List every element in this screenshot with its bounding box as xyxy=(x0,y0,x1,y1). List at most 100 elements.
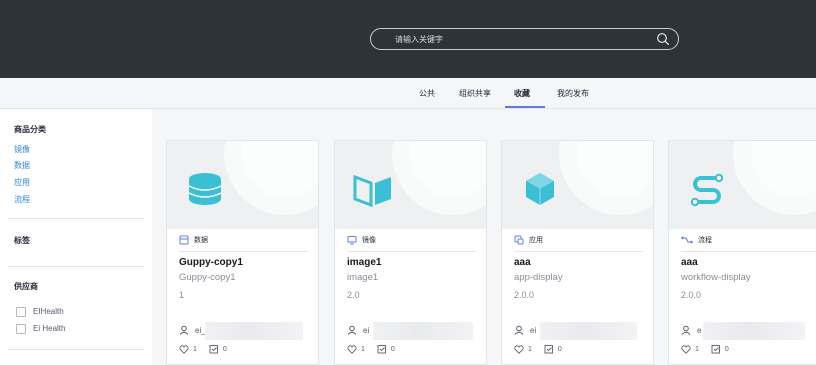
favorite-icon[interactable] xyxy=(209,344,219,354)
tag-heading: 标签 xyxy=(14,236,30,245)
favorite-count: 0 xyxy=(557,345,562,353)
heart-icon[interactable] xyxy=(681,344,691,354)
filter-sidebar: 商品分类 镜像 数据 应用 流程 标签 供应商 EIHealth Ei Heal… xyxy=(0,109,152,365)
card-subtitle: image1 xyxy=(347,272,379,283)
divider xyxy=(8,266,144,267)
card-version: 2.0.0 xyxy=(514,290,535,300)
like-count: 1 xyxy=(695,345,699,353)
card-version: 2.0 xyxy=(347,290,360,300)
card-type: 流程 xyxy=(681,233,712,247)
cube-icon xyxy=(526,173,554,205)
owner-name-redacted xyxy=(373,322,473,340)
owner-name: e xyxy=(697,325,702,335)
product-card[interactable]: 镜像 image1 image1 2.0 ei 1 0 xyxy=(334,140,487,365)
card-stats: 1 0 xyxy=(514,344,562,354)
owner-name: ei xyxy=(530,325,537,335)
favorite-count: 0 xyxy=(390,345,395,353)
card-type-label: 镜像 xyxy=(362,237,376,244)
card-banner xyxy=(167,141,318,229)
card-version: 1 xyxy=(179,290,185,300)
category-heading: 商品分类 xyxy=(14,125,46,134)
tab-public[interactable]: 公共 xyxy=(419,88,435,99)
image-icon xyxy=(353,174,391,208)
favorite-count: 0 xyxy=(724,345,729,353)
divider xyxy=(514,251,643,252)
header-banner: 请输入关键字 xyxy=(0,0,816,78)
workflow-icon xyxy=(690,173,724,207)
tab-my-published[interactable]: 我的发布 xyxy=(557,88,589,99)
user-icon xyxy=(681,325,691,335)
heart-icon[interactable] xyxy=(179,344,189,354)
supplier-checkbox[interactable] xyxy=(16,324,26,334)
tab-org-shared[interactable]: 组织共享 xyxy=(459,88,491,99)
card-stats: 1 0 xyxy=(179,344,227,354)
supplier-label: Ei Health xyxy=(33,324,66,333)
database-icon xyxy=(188,173,222,205)
search-box[interactable]: 请输入关键字 xyxy=(370,28,679,50)
divider xyxy=(681,251,816,252)
card-subtitle: app-display xyxy=(514,272,563,283)
card-title[interactable]: image1 xyxy=(347,257,381,268)
card-subtitle: workflow-display xyxy=(681,272,751,283)
card-type-label: 流程 xyxy=(698,237,712,244)
divider xyxy=(8,218,144,219)
card-type-label: 应用 xyxy=(529,237,543,244)
card-owner: e xyxy=(681,324,701,336)
card-banner xyxy=(502,141,653,229)
heart-icon[interactable] xyxy=(514,344,524,354)
supplier-label: EIHealth xyxy=(33,307,64,316)
card-owner: ei xyxy=(347,324,369,336)
monitor-icon xyxy=(347,236,357,245)
card-type: 镜像 xyxy=(347,233,376,247)
app-type-icon xyxy=(514,235,524,245)
card-owner: ei_ xyxy=(179,324,206,336)
supplier-heading: 供应商 xyxy=(14,282,38,291)
product-card[interactable]: 数据 Guppy-copy1 Guppy-copy1 1 ei_ 1 0 xyxy=(166,140,319,365)
card-title[interactable]: Guppy-copy1 xyxy=(179,257,243,268)
like-count: 1 xyxy=(193,345,197,353)
active-tab-indicator xyxy=(505,106,545,108)
card-type: 数据 xyxy=(179,233,208,247)
tab-bar: 公共 组织共享 收藏 我的发布 xyxy=(0,78,816,109)
user-icon xyxy=(514,325,524,335)
owner-name-redacted xyxy=(540,322,637,340)
card-stats: 1 0 xyxy=(681,344,729,354)
tab-favorites[interactable]: 收藏 xyxy=(514,88,530,99)
card-banner xyxy=(669,141,816,229)
search-icon[interactable] xyxy=(656,32,670,46)
divider xyxy=(347,251,476,252)
card-subtitle: Guppy-copy1 xyxy=(179,272,236,283)
card-stats: 1 0 xyxy=(347,344,395,354)
workflow-type-icon xyxy=(681,236,693,244)
user-icon xyxy=(179,325,189,335)
like-count: 1 xyxy=(361,345,365,353)
product-card[interactable]: 应用 aaa app-display 2.0.0 ei 1 0 xyxy=(501,140,654,365)
favorite-count: 0 xyxy=(222,345,227,353)
owner-name: ei xyxy=(363,325,370,335)
divider xyxy=(179,251,308,252)
like-count: 1 xyxy=(528,345,532,353)
card-banner xyxy=(335,141,486,229)
divider xyxy=(8,349,144,350)
favorite-icon[interactable] xyxy=(544,344,554,354)
product-card[interactable]: 流程 aaa workflow-display 2.0.0 e 1 0 xyxy=(668,140,816,365)
card-title[interactable]: aaa xyxy=(681,257,698,268)
card-owner: ei xyxy=(514,324,536,336)
owner-name-redacted xyxy=(703,322,805,340)
card-title[interactable]: aaa xyxy=(514,257,531,268)
favorite-icon[interactable] xyxy=(711,344,721,354)
category-app[interactable]: 应用 xyxy=(14,177,30,188)
card-version: 2.0.0 xyxy=(681,290,702,300)
card-type: 应用 xyxy=(514,233,543,247)
supplier-checkbox[interactable] xyxy=(16,307,26,317)
heart-icon[interactable] xyxy=(347,344,357,354)
category-image[interactable]: 镜像 xyxy=(14,144,30,155)
favorite-icon[interactable] xyxy=(377,344,387,354)
user-icon xyxy=(347,325,357,335)
owner-name-redacted xyxy=(205,322,303,340)
category-data[interactable]: 数据 xyxy=(14,160,30,171)
category-workflow[interactable]: 流程 xyxy=(14,194,30,205)
card-type-label: 数据 xyxy=(194,237,208,244)
search-input[interactable]: 请输入关键字 xyxy=(395,34,443,45)
data-type-icon xyxy=(179,235,189,245)
